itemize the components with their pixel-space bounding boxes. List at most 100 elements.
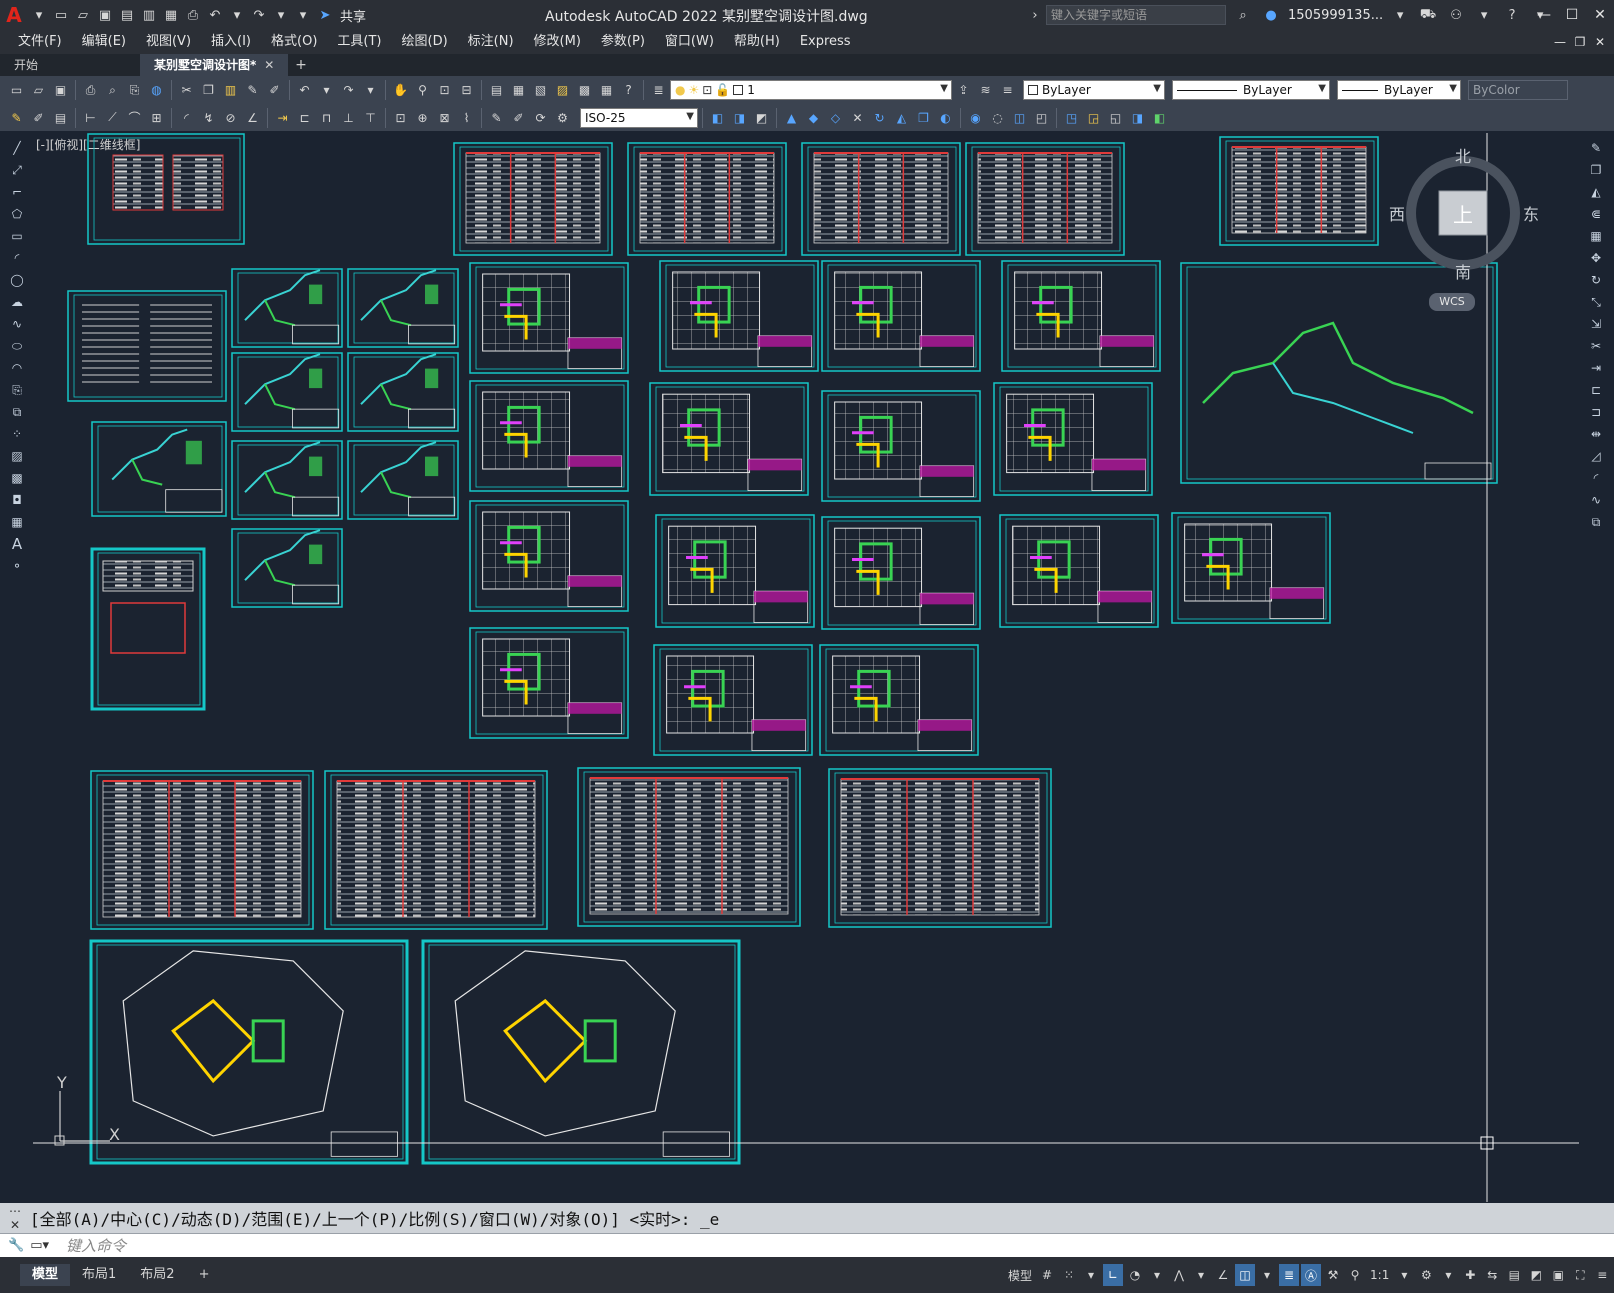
undo-list-chevron-icon[interactable]: ▾	[226, 4, 248, 26]
tab-close-icon[interactable]: ✕	[264, 58, 274, 72]
menu-window[interactable]: 窗口(W)	[655, 30, 724, 54]
extend-icon[interactable]: ⇥	[1586, 358, 1606, 378]
imprint-icon[interactable]: ◉	[965, 107, 986, 129]
menu-file[interactable]: 文件(F)	[8, 30, 72, 54]
spline-icon[interactable]: ∿	[7, 314, 27, 334]
layer-previous-icon[interactable]: ≋	[975, 79, 996, 101]
app-chevron-icon[interactable]: ▾	[1473, 4, 1495, 26]
graphics-performance-icon[interactable]: ▣	[1548, 1264, 1568, 1286]
redo-list-chevron-icon[interactable]: ▾	[270, 4, 292, 26]
add-layout-button[interactable]: +	[187, 1264, 222, 1286]
ellipse-icon[interactable]: ⬭	[7, 336, 27, 356]
jogged-linear-icon[interactable]: ⌇	[456, 107, 477, 129]
rotate-faces-icon[interactable]: ↻	[869, 107, 890, 129]
annotation-scale-icon[interactable]: ⚲	[1345, 1264, 1365, 1286]
point-icon[interactable]: ⁘	[7, 424, 27, 444]
clean-screen-icon[interactable]: ⛶	[1570, 1264, 1590, 1286]
block-editor-icon[interactable]: ✐	[264, 79, 285, 101]
break-icon[interactable]: ⊐	[1586, 402, 1606, 422]
menu-format[interactable]: 格式(O)	[261, 30, 327, 54]
zoom-realtime-icon[interactable]: ⚲	[412, 79, 433, 101]
publish-web-icon[interactable]: ◍	[146, 79, 167, 101]
separate-icon[interactable]: ◫	[1009, 107, 1030, 129]
continue-dim-icon[interactable]: ⊓	[316, 107, 337, 129]
layer-properties-icon[interactable]: ≣	[648, 79, 669, 101]
menu-help[interactable]: 帮助(H)	[724, 30, 790, 54]
customize-qat-icon[interactable]: ▾	[292, 4, 314, 26]
redo-tb-icon[interactable]: ↷	[338, 79, 359, 101]
slice-icon[interactable]: ◲	[1083, 107, 1104, 129]
isodraft-icon[interactable]: ⋀	[1169, 1264, 1189, 1286]
command-line-grip[interactable]: ⋯ ✕	[0, 1203, 30, 1233]
arc-length-icon[interactable]: ⌒	[124, 107, 145, 129]
save-tb-icon[interactable]: ▣	[50, 79, 71, 101]
rotate-icon[interactable]: ↻	[1586, 270, 1606, 290]
user-account-button[interactable]: 1505999135...	[1288, 8, 1383, 23]
search-input[interactable]: 键入关键字或短语	[1046, 5, 1226, 25]
tab-start[interactable]: 开始	[0, 54, 140, 76]
dim-space-icon[interactable]: ⊥	[338, 107, 359, 129]
color-faces-icon[interactable]: ◐	[935, 107, 956, 129]
viewcube-north[interactable]: 北	[1455, 143, 1471, 167]
publish-icon[interactable]: ⎘	[124, 79, 145, 101]
copy-faces-icon[interactable]: ❐	[913, 107, 934, 129]
revision-cloud-icon[interactable]: ☁	[7, 292, 27, 312]
units-icon[interactable]: ⇆	[1482, 1264, 1502, 1286]
doc-close-icon[interactable]: ✕	[1590, 30, 1610, 54]
menu-insert[interactable]: 插入(I)	[201, 30, 261, 54]
diameter-dim-icon[interactable]: ⊘	[220, 107, 241, 129]
account-chevron-icon[interactable]: ▾	[1389, 4, 1411, 26]
open-icon[interactable]: ▱	[28, 79, 49, 101]
properties-icon[interactable]: ▤	[486, 79, 507, 101]
search-icon[interactable]: ⌕	[1232, 4, 1254, 26]
minimize-icon[interactable]: —	[1530, 0, 1558, 30]
command-input[interactable]	[66, 1234, 1566, 1257]
quick-dim-icon[interactable]: ⇥	[272, 107, 293, 129]
dim-text-edit-icon[interactable]: ✐	[508, 107, 529, 129]
save-web-icon[interactable]: ▦	[160, 4, 182, 26]
jogged-dim-icon[interactable]: ↯	[198, 107, 219, 129]
undo-tb-chevron-icon[interactable]: ▾	[316, 79, 337, 101]
close-icon[interactable]: ✕	[1586, 0, 1614, 30]
cut-icon[interactable]: ✂	[176, 79, 197, 101]
shell-icon[interactable]: ◰	[1031, 107, 1052, 129]
isolate-objects-icon[interactable]: ◩	[1526, 1264, 1546, 1286]
array-icon[interactable]: ▦	[1586, 226, 1606, 246]
menu-view[interactable]: 视图(V)	[136, 30, 201, 54]
customize-wrench-icon[interactable]: 🔧	[8, 1238, 24, 1253]
isodraft-chevron-icon[interactable]: ▾	[1191, 1264, 1211, 1286]
draw-order-icon[interactable]: ✎	[6, 107, 27, 129]
union-icon[interactable]: ◧	[707, 107, 728, 129]
fillet-icon[interactable]: ◜	[1586, 468, 1606, 488]
lineweight-dropdown[interactable]: ByLayer ▼	[1337, 80, 1461, 100]
share-button[interactable]: 共享	[340, 6, 366, 25]
trim-icon[interactable]: ✂	[1586, 336, 1606, 356]
zoom-previous-icon[interactable]: ⊟	[456, 79, 477, 101]
dim-update-icon[interactable]: ⟳	[530, 107, 551, 129]
viewcube-top-face[interactable]: 上	[1453, 199, 1473, 228]
paste-icon[interactable]: ▥	[220, 79, 241, 101]
help-tb-icon[interactable]: ?	[618, 79, 639, 101]
calculator-icon[interactable]: ▦	[596, 79, 617, 101]
annotation-visibility-icon[interactable]: Ⓐ	[1301, 1264, 1322, 1286]
tab-layout2[interactable]: 布局2	[128, 1264, 186, 1286]
grip-dots-icon[interactable]: ⋯	[9, 1204, 21, 1218]
table-style-icon[interactable]: ▤	[50, 107, 71, 129]
copy-object-icon[interactable]: ❐	[1586, 160, 1606, 180]
tab-layout1[interactable]: 布局1	[70, 1264, 128, 1286]
polar-icon[interactable]: ◔	[1125, 1264, 1145, 1286]
layer-dropdown[interactable]: ● ☀ ⊡ 🔓 1 ▼	[670, 80, 952, 100]
color-dropdown[interactable]: ByLayer ▼	[1023, 80, 1165, 100]
line-icon[interactable]: ╱	[7, 138, 27, 158]
section-icon[interactable]: ◱	[1105, 107, 1126, 129]
menu-parametric[interactable]: 参数(P)	[591, 30, 655, 54]
scale-chevron-icon[interactable]: ▾	[1394, 1264, 1414, 1286]
multiline-text-icon[interactable]: A	[7, 534, 27, 554]
extract-edges-icon[interactable]: ◧	[1149, 107, 1170, 129]
taper-faces-icon[interactable]: ◭	[891, 107, 912, 129]
plot-preview-icon[interactable]: ⌕	[102, 79, 123, 101]
break-at-point-icon[interactable]: ⊏	[1586, 380, 1606, 400]
dim-break-icon[interactable]: ⊤	[360, 107, 381, 129]
region-icon[interactable]: ◘	[7, 490, 27, 510]
menu-modify[interactable]: 修改(M)	[524, 30, 591, 54]
